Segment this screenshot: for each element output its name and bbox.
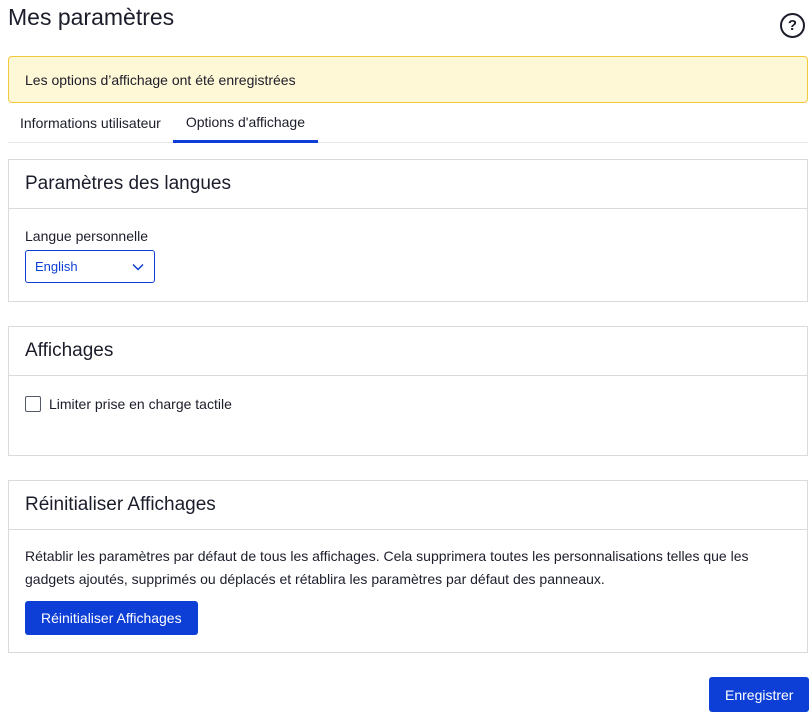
- section-title: Affichages: [9, 327, 807, 376]
- limit-touch-label[interactable]: Limiter prise en charge tactile: [49, 396, 232, 412]
- language-field-label: Langue personnelle: [25, 228, 148, 244]
- success-banner: Les options d’affichage ont été enregist…: [8, 56, 808, 103]
- touch-support-option[interactable]: Limiter prise en charge tactile: [25, 396, 791, 412]
- save-button[interactable]: Enregistrer: [709, 677, 810, 712]
- language-settings-card: Paramètres des langues Langue personnell…: [8, 159, 808, 302]
- tab-display-options[interactable]: Options d'affichage: [172, 103, 319, 143]
- language-select-value: English: [35, 259, 78, 274]
- language-select[interactable]: English: [25, 250, 155, 283]
- tab-user-info[interactable]: Informations utilisateur: [8, 103, 173, 143]
- tab-bar: Informations utilisateur Options d'affic…: [8, 103, 808, 143]
- reset-description: Rétablir les paramètres par défaut de to…: [25, 548, 749, 587]
- reset-displays-card: Réinitialiser Affichages Rétablir les pa…: [8, 480, 808, 653]
- displays-card: Affichages Limiter prise en charge tacti…: [8, 326, 808, 456]
- reset-displays-button[interactable]: Réinitialiser Affichages: [25, 601, 198, 635]
- limit-touch-checkbox[interactable]: [25, 396, 41, 412]
- help-icon[interactable]: ?: [780, 13, 805, 38]
- banner-message: Les options d’affichage ont été enregist…: [25, 71, 296, 88]
- section-title: Paramètres des langues: [9, 160, 807, 209]
- page-title: Mes paramètres: [8, 4, 175, 30]
- section-title: Réinitialiser Affichages: [9, 481, 807, 530]
- chevron-down-icon: [132, 263, 144, 271]
